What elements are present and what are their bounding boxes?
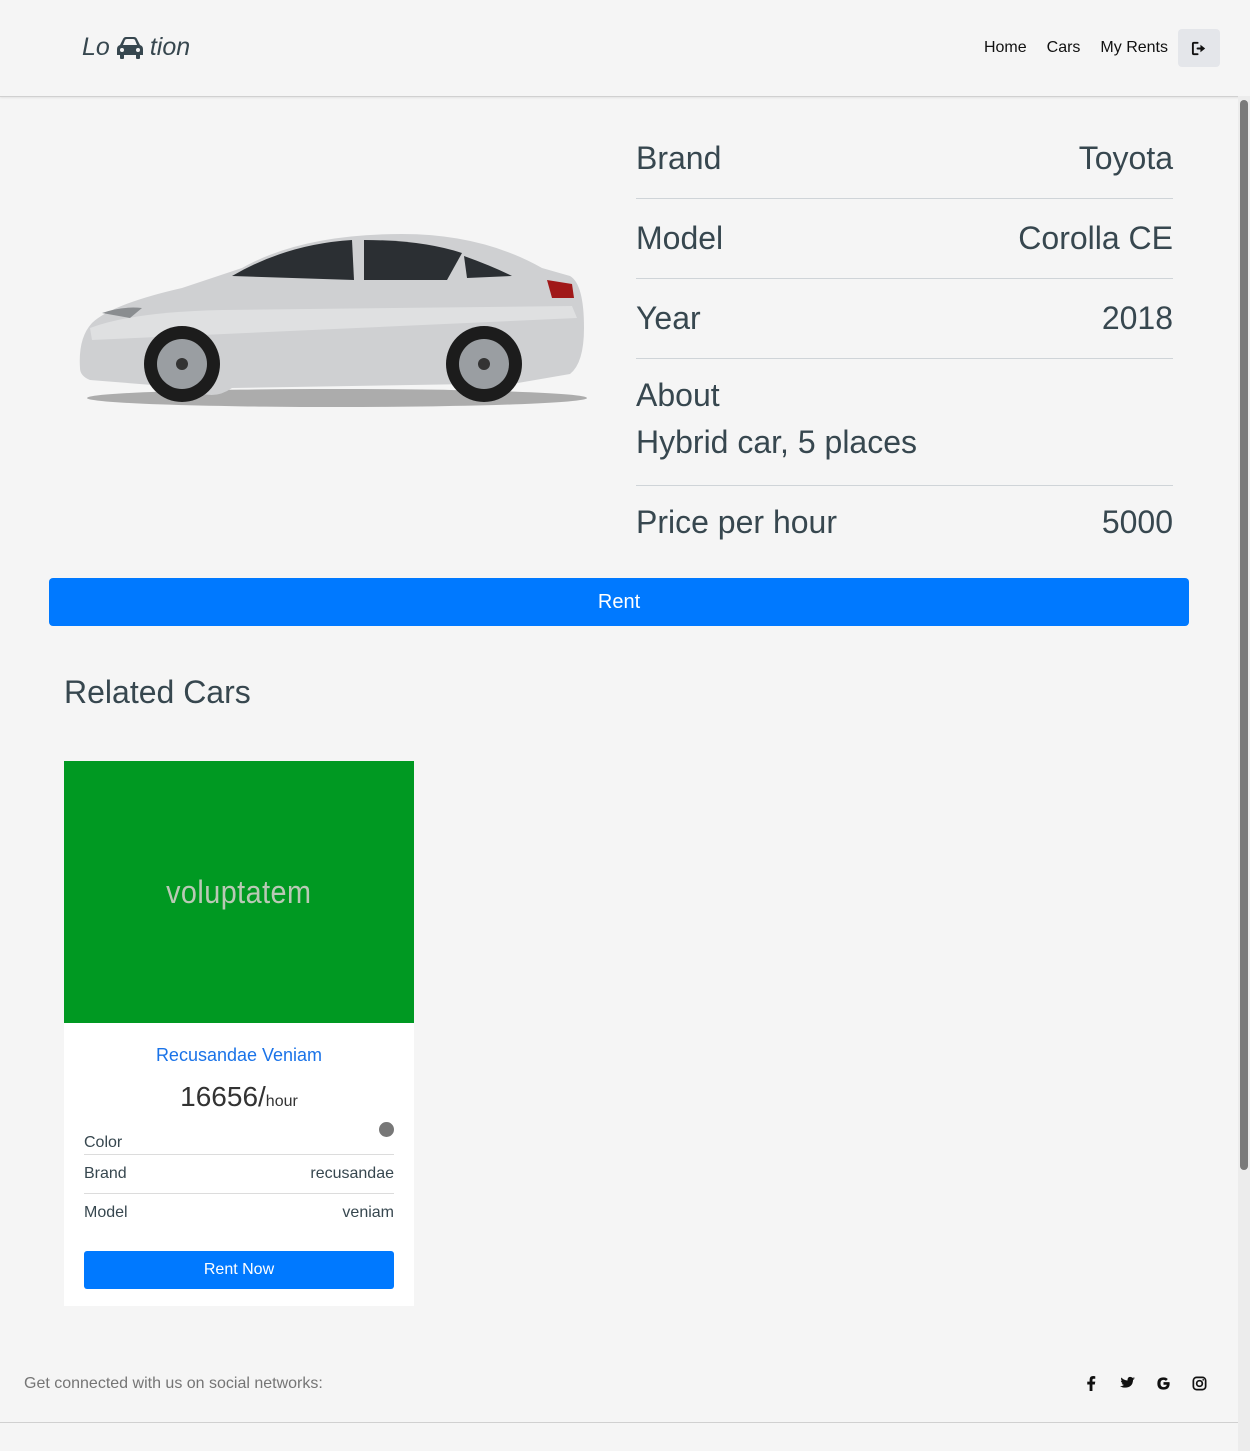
navbar: Lo tion Home Cars My Rents (0, 0, 1250, 97)
about-label: About (636, 377, 720, 413)
card-price: 16656/hour (64, 1081, 414, 1113)
card-price-value: 16656/ (180, 1081, 266, 1112)
detail-about: About Hybrid car, 5 places (636, 359, 1173, 486)
instagram-icon[interactable] (1190, 1374, 1208, 1392)
brand-text-left: Lo (82, 33, 110, 61)
card-title-link[interactable]: Recusandae Veniam (64, 1045, 414, 1066)
nav-link-my-rents[interactable]: My Rents (1090, 29, 1178, 67)
detail-label: Year (636, 300, 701, 336)
related-cars-title: Related Cars (64, 674, 251, 710)
rent-button[interactable]: Rent (49, 578, 1189, 626)
car-image (79, 234, 587, 407)
nav-link-cars[interactable]: Cars (1037, 29, 1091, 67)
car-details: Brand Toyota Model Corolla CE Year 2018 … (636, 118, 1173, 558)
sign-out-icon (1191, 41, 1205, 55)
google-icon[interactable] (1154, 1374, 1172, 1392)
rent-now-button[interactable]: Rent Now (84, 1251, 394, 1289)
spec-value: veniam (342, 1204, 394, 1221)
footer: Get connected with us on social networks… (0, 1344, 1238, 1423)
car-icon (116, 36, 144, 60)
brand-text-right: tion (149, 33, 191, 61)
detail-row-year: Year 2018 (636, 279, 1173, 359)
page-scrollbar[interactable] (1238, 96, 1250, 1451)
spec-label: Model (84, 1204, 128, 1221)
brand-logo[interactable]: Lo tion (82, 33, 190, 62)
related-car-card: voluptatem Recusandae Veniam 16656/hour … (64, 761, 414, 1306)
spec-value: recusandae (310, 1165, 394, 1182)
card-spec-list: Color Brand recusandae Model veniam (84, 1119, 394, 1232)
spec-label: Brand (84, 1165, 127, 1182)
card-image: voluptatem (64, 761, 414, 1023)
nav-link-home[interactable]: Home (974, 29, 1037, 67)
detail-label: Model (636, 220, 724, 256)
social-links (1082, 1374, 1208, 1392)
price-value: 5000 (1101, 503, 1173, 540)
facebook-icon[interactable] (1082, 1374, 1100, 1392)
color-swatch (379, 1122, 394, 1137)
nav-links: Home Cars My Rents (974, 29, 1220, 67)
detail-value: Toyota (1078, 139, 1173, 176)
spec-row-brand: Brand recusandae (84, 1155, 394, 1194)
detail-row-model: Model Corolla CE (636, 199, 1173, 279)
detail-label: Brand (636, 139, 722, 176)
logout-button[interactable] (1178, 29, 1220, 67)
spec-label: Color (84, 1134, 123, 1151)
about-text: Hybrid car, 5 places (636, 424, 918, 460)
spec-row-color: Color (84, 1119, 394, 1155)
card-price-unit: hour (265, 1093, 298, 1110)
detail-row-price: Price per hour 5000 (636, 486, 1173, 558)
scrollbar-thumb[interactable] (1240, 100, 1248, 1170)
twitter-icon[interactable] (1118, 1374, 1136, 1392)
price-label: Price per hour (636, 503, 837, 540)
detail-value: Corolla CE (1018, 220, 1173, 256)
card-image-text: voluptatem (166, 873, 312, 910)
footer-social-text: Get connected with us on social networks… (24, 1375, 323, 1392)
spec-row-model: Model veniam (84, 1194, 394, 1232)
detail-row-brand: Brand Toyota (636, 118, 1173, 199)
detail-value: 2018 (1101, 300, 1173, 336)
